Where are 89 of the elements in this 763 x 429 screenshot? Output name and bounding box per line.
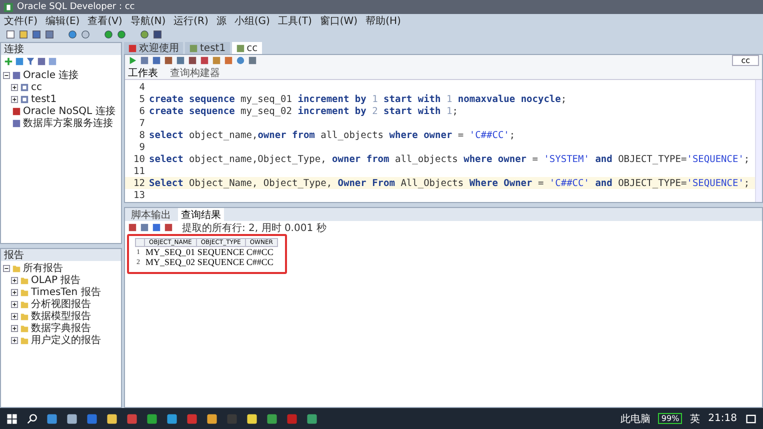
panel-title: 连接 [4, 42, 24, 56]
line-number: 6 [138, 106, 146, 116]
line-number: 8 [138, 130, 146, 140]
app-icon[interactable] [46, 412, 58, 424]
tray-text[interactable]: 此电脑 [620, 412, 650, 426]
table-cell: SEQUENCE [196, 246, 246, 257]
expander-icon[interactable] [11, 276, 18, 284]
menu-item[interactable]: 帮助(H) [366, 14, 401, 28]
result-tab[interactable]: 脚本输出 [128, 208, 174, 222]
menu-item[interactable]: 窗口(W) [320, 14, 358, 28]
editor-tab[interactable]: 欢迎使用 [124, 42, 183, 54]
expander-icon[interactable] [11, 300, 18, 308]
line-number: 4 [138, 82, 146, 92]
search-icon[interactable] [26, 412, 38, 424]
sub-tab[interactable]: 工作表 [128, 66, 158, 80]
menu-item[interactable]: 小组(G) [234, 14, 270, 28]
tree-item[interactable]: 所有报告 [23, 261, 63, 275]
expander-icon[interactable] [11, 336, 18, 344]
windows-logo-icon[interactable] [6, 412, 18, 424]
code-line: create sequence my_seq_01 increment by 1 start with 1 nomaxvalue nocycle; [149, 94, 567, 104]
menu-item[interactable]: 查看(V) [88, 14, 122, 28]
menu-item[interactable]: 编辑(E) [46, 14, 80, 28]
battery-indicator[interactable]: 99% [658, 413, 682, 424]
window-title: Oracle SQL Developer : cc [17, 2, 135, 12]
tree-item[interactable]: Oracle NoSQL 连接 [23, 104, 116, 118]
expander-icon[interactable] [3, 264, 10, 272]
clock[interactable]: 21:18 [708, 413, 737, 424]
menu-item[interactable]: 工具(T) [278, 14, 312, 28]
tree-item[interactable]: Oracle 连接 [23, 68, 79, 82]
menu-item[interactable]: 运行(R) [174, 14, 208, 28]
line-number: 9 [138, 142, 146, 152]
tree-item[interactable]: OLAP 报告 [31, 273, 81, 287]
tree-item[interactable]: TimesTen 报告 [31, 285, 101, 299]
scrollbar[interactable] [755, 80, 762, 202]
plus-icon[interactable] [4, 57, 13, 66]
line-number: 13 [132, 190, 146, 200]
line-number: 5 [138, 94, 146, 104]
line-number: 11 [132, 166, 146, 176]
expander-icon[interactable] [11, 324, 18, 332]
editor-tab[interactable]: cc [232, 42, 262, 54]
app-icon[interactable] [306, 412, 318, 424]
expander-icon[interactable] [11, 84, 18, 90]
circle-icon[interactable] [117, 30, 126, 38]
menu-item[interactable]: 源 [216, 14, 226, 28]
app-icon[interactable] [206, 412, 218, 424]
expander-icon[interactable] [3, 72, 10, 78]
table-cell: SEQUENCE [196, 257, 246, 267]
tree-item[interactable]: 用户定义的报告 [31, 333, 101, 347]
menu-item[interactable]: 文件(F) [4, 14, 38, 28]
app-icon[interactable] [66, 412, 78, 424]
input-method[interactable]: 英 [690, 412, 700, 426]
table-cell: MY_SEQ_02 [144, 257, 196, 267]
circle-icon[interactable] [104, 30, 113, 38]
code-line: Select Object_Name, Object_Type, Owner From All_Objects Where Owner = 'C##CC' and OBJECT_TYPE='SEQUENCE'; [149, 178, 750, 188]
editor-tab[interactable]: test1 [185, 42, 230, 54]
line-number: 7 [138, 118, 146, 128]
result-tab[interactable]: 查询结果 [178, 208, 224, 222]
tree-item[interactable]: 数据模型报告 [31, 309, 91, 323]
app-icon[interactable] [146, 412, 158, 424]
tree-item[interactable]: 分析视图报告 [31, 297, 91, 311]
app-logo-icon [4, 2, 13, 12]
tree-item[interactable]: test1 [31, 94, 57, 104]
notification-icon[interactable] [745, 412, 757, 424]
tree-item[interactable]: 数据字典报告 [31, 321, 91, 335]
table-cell-text: C##CC [245, 257, 274, 267]
connection-picker[interactable]: cc [732, 55, 759, 66]
expander-icon[interactable] [11, 288, 18, 296]
table-cell: C##CC [245, 246, 278, 257]
expander-icon[interactable] [11, 96, 18, 102]
menu-item[interactable]: 导航(N) [130, 14, 166, 28]
code-line: select object_name,owner from all_objects where owner = 'C##CC'; [149, 130, 516, 140]
table-cell: MY_SEQ_01 [144, 246, 196, 257]
folder-icon[interactable] [19, 30, 28, 38]
app-icon[interactable] [166, 412, 178, 424]
status-text: 提取的所有行: 2, 用时 0.001 秒 [182, 222, 326, 234]
line-number: 10 [132, 154, 146, 164]
code-line: create sequence my_seq_02 increment by 2 start with 1; [149, 106, 458, 116]
sub-tab[interactable]: 查询构建器 [170, 66, 220, 80]
app-icon[interactable] [266, 412, 278, 424]
app-icon[interactable] [106, 412, 118, 424]
code-line: select object_name,Object_Type, owner from all_objects where owner = 'SYSTEM' and OBJECT_TYPE='SEQUENCE'; [149, 154, 750, 164]
document-icon[interactable] [6, 30, 15, 38]
tree-item[interactable]: cc [31, 82, 42, 92]
tree-item[interactable]: 数据库方案服务连接 [23, 116, 113, 130]
filter-icon[interactable] [26, 57, 35, 66]
panel-title: 报告 [4, 248, 24, 262]
app-icon[interactable] [246, 412, 258, 424]
expander-icon[interactable] [11, 312, 18, 320]
line-number: 12 [132, 178, 146, 188]
